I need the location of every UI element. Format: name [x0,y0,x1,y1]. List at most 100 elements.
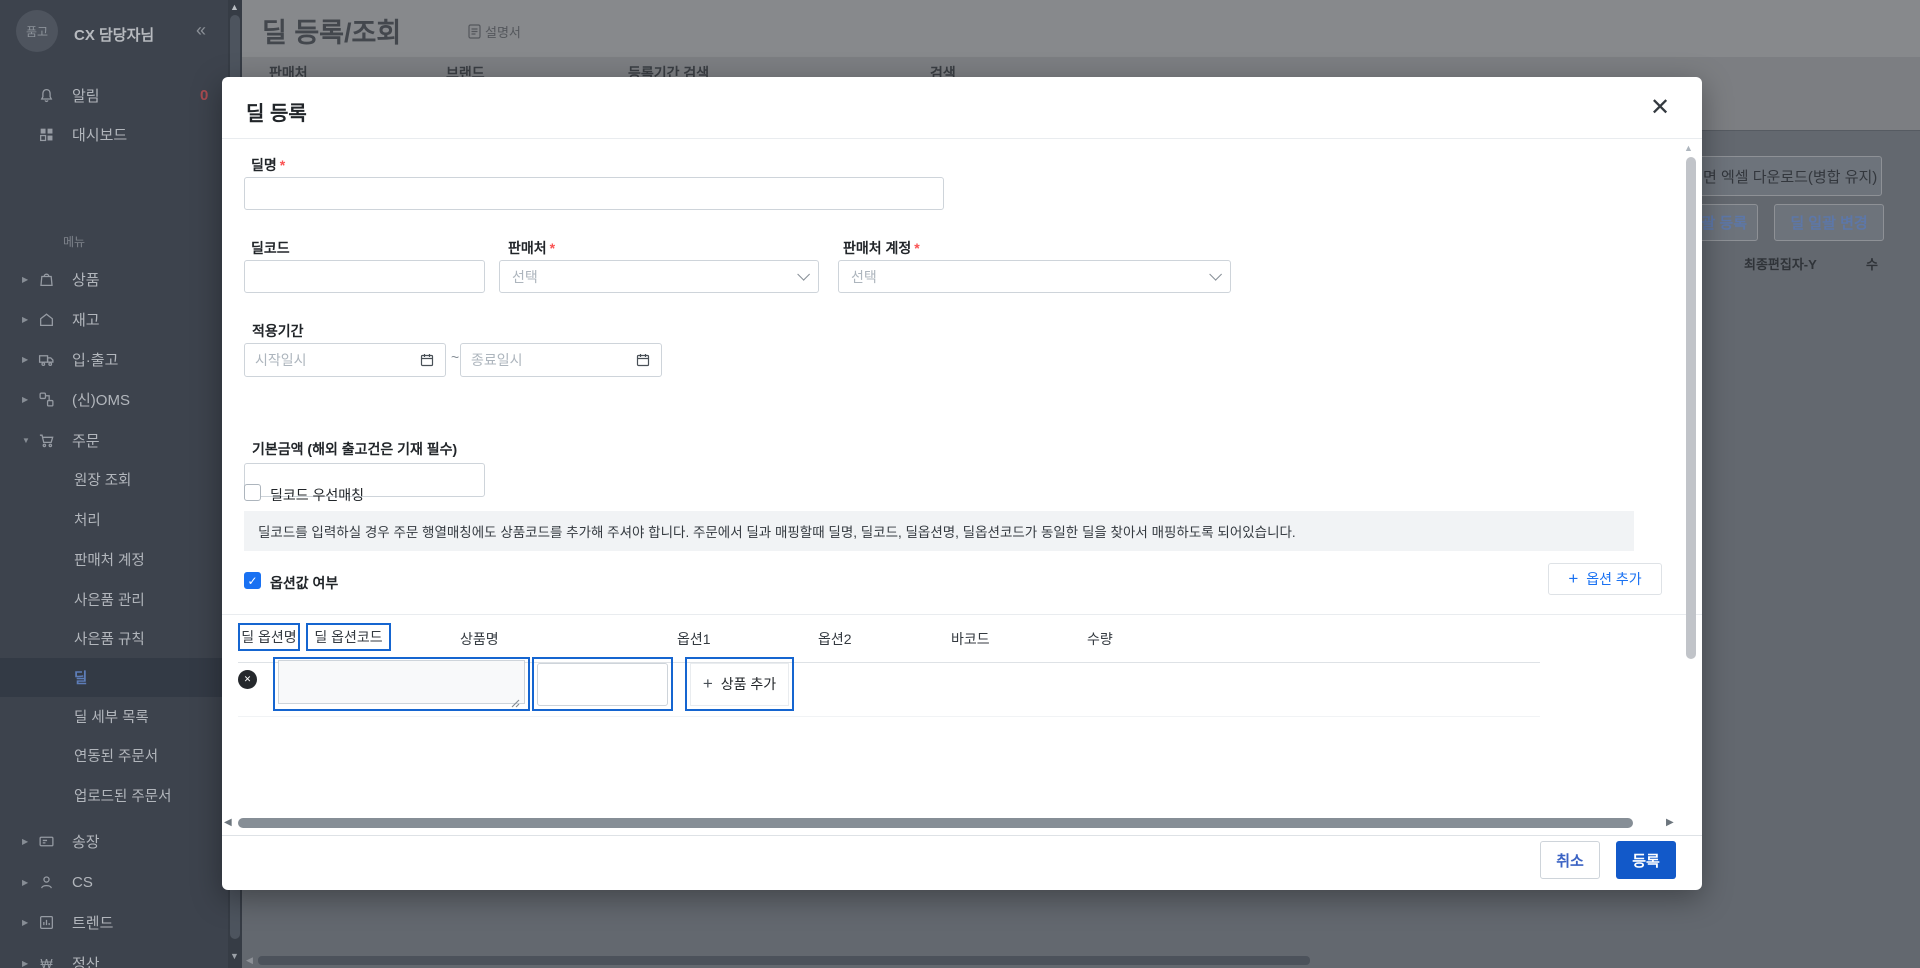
modal-vertical-scrollbar-thumb[interactable] [1686,157,1696,659]
column-header: 수량 [1087,631,1113,647]
sidebar-item-label: 대시보드 [72,127,128,144]
caret-right-icon: ▶ [22,315,29,324]
check-icon: ✓ [247,573,258,588]
last-editor-label: 최종편집자-Y [1744,257,1817,272]
period-label: 적용기간 [252,323,304,339]
product-add-label: 상품 추가 [720,676,777,692]
oms-link-icon [38,391,55,408]
required-asterisk: * [914,240,920,256]
sidebar-item-dashboard[interactable]: 대시보드 [0,115,228,154]
sidebar-subitem-deal[interactable]: 딜 [0,658,228,697]
cancel-button[interactable]: 취소 [1540,841,1600,879]
period-start-input[interactable] [244,343,446,377]
deal-register-modal: 딜 등록 ✕ 딜명* 딜코드 판매처* 선택 판매처 계정* 선택 적용기간 ~ [222,77,1702,890]
option-add-button[interactable]: + 옵션 추가 [1548,563,1662,595]
notification-badge: 0 [200,87,209,104]
sidebar-item-label: 상품 [72,272,100,289]
sidebar-subitem-processing[interactable]: 처리 [0,500,228,539]
sidebar-item-invoice[interactable]: ▶ 송장 [0,822,228,861]
plus-icon: + [1568,569,1579,588]
caret-right-icon: ▶ [22,395,29,404]
sidebar-item-settlement[interactable]: ▶ ₩ 정산 [0,944,228,968]
sidebar-item-oms[interactable]: ▶ (신)OMS [0,380,228,419]
scroll-down-arrow-icon[interactable]: ▼ [230,951,239,961]
vendor-label: 판매처 * [508,240,556,256]
logo-text: 품고 [25,24,49,39]
sidebar-item-label: 재고 [72,312,100,329]
deal-code-input[interactable] [244,260,485,293]
sidebar-subitem-gift-rules[interactable]: 사은품 규칙 [0,619,228,658]
sidebar-item-notifications[interactable]: 알림 0 [0,76,228,115]
scroll-left-arrow-icon[interactable]: ◀ [246,955,253,966]
plus-icon: + [702,674,713,693]
product-add-button[interactable]: + 상품 추가 [690,662,789,706]
sidebar-item-cs[interactable]: ▶ CS [0,863,228,902]
manual-label: 설명서 [485,25,521,40]
invoice-icon [38,833,55,850]
scroll-right-arrow-icon[interactable]: ▶ [1666,817,1674,828]
deal-code-priority-checkbox[interactable] [244,484,261,501]
warehouse-icon [38,311,55,328]
period-separator: ~ [451,349,460,365]
close-icon: ✕ [243,674,252,684]
modal-title: 딜 등록 [246,103,307,125]
row-delete-button[interactable]: ✕ [238,670,257,689]
deal-option-code-input[interactable] [537,662,668,706]
product-add-highlight: + 상품 추가 [685,657,794,711]
bell-icon [38,87,55,104]
scroll-up-arrow-icon[interactable]: ▲ [1684,143,1693,153]
scroll-up-arrow-icon[interactable]: ▲ [230,2,239,12]
modal-horizontal-scrollbar-thumb[interactable] [238,818,1633,828]
truck-icon [38,351,55,368]
caret-right-icon: ▶ [22,918,29,927]
caret-right-icon: ▶ [22,275,29,284]
vendor-select[interactable]: 선택 [499,260,819,293]
caret-right-icon: ▶ [22,959,29,968]
sidebar-subitem-ledger[interactable]: 원장 조회 [0,460,228,499]
sidebar-item-orders[interactable]: ▼ 주문 [0,421,228,460]
deal-bulk-change-button[interactable]: 딜 일괄 변경 [1774,204,1884,241]
deal-name-input[interactable] [244,177,944,210]
screen: 품고 CX 담당자님 « 알림 0 대시보드 메뉴 ▶ 상품 ▶ 재고 ▶ 입·… [0,0,1920,968]
vendor-select-placeholder: 선택 [512,268,538,285]
sidebar-item-label: CS [72,874,93,891]
main-horizontal-scrollbar-thumb[interactable] [258,956,1310,965]
sidebar-item-products[interactable]: ▶ 상품 [0,260,228,299]
option-value-checkbox[interactable]: ✓ [244,572,261,589]
option-value-label: 옵션값 여부 [270,575,339,591]
sidebar-collapse-icon[interactable]: « [196,20,206,41]
logo-badge[interactable]: 품고 [16,10,58,52]
sidebar-subitem-linked-orders[interactable]: 연동된 주문서 [0,736,228,775]
deal-name-label: 딜명 * [251,157,286,173]
column-header: 옵션2 [818,631,852,647]
column-header: 옵션1 [677,631,711,647]
deal-option-name-textarea[interactable] [278,659,525,704]
column-header: 딜 옵션명 [241,629,297,645]
caret-right-icon: ▶ [22,355,29,364]
deal-option-code-header-highlight: 딜 옵션코드 [306,623,391,651]
table-row-underline [238,716,1540,717]
manual-link[interactable]: 설명서 [468,22,521,41]
deal-code-info-text: 딜코드를 입력하실 경우 주문 행열매칭에도 상품코드를 추가해 주셔야 합니다… [244,511,1634,551]
sidebar-subitem-uploaded-orders[interactable]: 업로드된 주문서 [0,776,228,815]
sidebar-item-label: 트렌드 [72,915,114,932]
sidebar-subitem-vendor-accounts[interactable]: 판매처 계정 [0,540,228,579]
chevron-down-icon [1209,268,1222,281]
period-end-input[interactable] [460,343,662,377]
modal-header-divider [222,138,1702,139]
submit-button[interactable]: 등록 [1616,841,1676,879]
sidebar-item-inbound-outbound[interactable]: ▶ 입·출고 [0,340,228,379]
option-add-label: 옵션 추가 [1586,571,1642,587]
vendor-account-select-placeholder: 선택 [851,268,877,285]
sidebar-item-trend[interactable]: ▶ 트렌드 [0,903,228,942]
sidebar-item-inventory[interactable]: ▶ 재고 [0,300,228,339]
options-section-divider [222,614,1702,615]
close-icon[interactable]: ✕ [1646,89,1674,126]
scroll-left-arrow-icon[interactable]: ◀ [224,817,232,828]
deal-option-name-header-highlight: 딜 옵션명 [238,623,300,651]
sidebar-item-label: 주문 [72,433,100,450]
vendor-account-select[interactable]: 선택 [838,260,1231,293]
sidebar-subitem-gift-management[interactable]: 사은품 관리 [0,580,228,619]
column-header: 딜 옵션코드 [314,629,383,645]
sidebar-subitem-deal-detail-list[interactable]: 딜 세부 목록 [0,697,228,736]
